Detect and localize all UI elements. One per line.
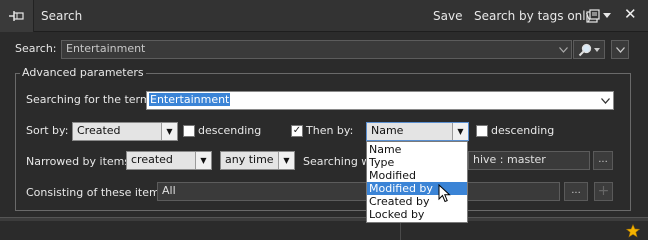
consisting-value: All (162, 184, 176, 197)
sort-descending-label: descending (198, 124, 262, 137)
consisting-label: Consisting of these items: (26, 186, 170, 199)
then-by-dropdown-button[interactable]: ▼ (452, 123, 468, 140)
title-bar: Search Save Search by tags only ✕ (0, 0, 648, 32)
chevron-down-icon (558, 46, 568, 53)
consisting-input[interactable]: All (157, 182, 560, 201)
then-by-label: Then by: (306, 124, 354, 137)
star-icon[interactable] (626, 224, 640, 238)
window-title: Search (41, 9, 83, 23)
searching-within-label: Searching wi (303, 155, 374, 168)
chevron-down-icon (603, 13, 611, 18)
terms-input-value: Entertainment (149, 93, 231, 106)
time-select[interactable]: any time ▼ (220, 151, 295, 170)
search-by-tags-button[interactable]: Search by tags only (474, 9, 593, 23)
terms-dropdown[interactable] (597, 92, 613, 109)
searching-within-value: hive : master (473, 153, 546, 166)
dropdown-item-modified[interactable]: Modified (367, 169, 467, 182)
dropdown-item-name[interactable]: Name (367, 143, 467, 156)
then-by-select[interactable]: Name ▼ (366, 122, 469, 141)
search-icon (578, 43, 592, 56)
searching-within-input[interactable]: hive : master (468, 151, 590, 170)
then-descending-label: descending (491, 124, 555, 137)
time-value: any time (225, 153, 274, 166)
dropdown-item-modified-by[interactable]: Modified by (367, 182, 467, 195)
narrowed-by-label: Narrowed by items: (26, 155, 134, 168)
chevron-down-icon (594, 47, 600, 52)
advanced-parameters-legend: Advanced parameters (20, 66, 146, 80)
dropdown-item-locked-by[interactable]: Locked by (367, 208, 467, 221)
browse-location-button[interactable]: ... (593, 151, 613, 170)
search-input-value: Entertainment (66, 42, 146, 55)
dropdown-item-type[interactable]: Type (367, 156, 467, 169)
search-label: Search: (15, 42, 57, 55)
sort-by-select[interactable]: Created ▼ (72, 122, 178, 141)
narrowed-by-value: created (131, 153, 173, 166)
narrowed-by-select[interactable]: created ▼ (126, 151, 212, 170)
sort-by-value: Created (77, 124, 121, 137)
options-menu-button[interactable] (586, 8, 616, 24)
then-by-dropdown-list: Name Type Modified Modified by Created b… (366, 141, 468, 223)
save-button[interactable]: Save (433, 9, 462, 23)
terms-label: Searching for the terms: (26, 93, 161, 106)
then-by-value: Name (371, 124, 404, 137)
terms-input[interactable]: Entertainment (146, 91, 614, 110)
search-history-dropdown[interactable] (555, 41, 571, 58)
time-dropdown-button[interactable]: ▼ (278, 152, 294, 169)
pin-button[interactable] (0, 0, 34, 32)
sort-by-label: Sort by: (26, 124, 69, 137)
chevron-down-icon (600, 97, 610, 104)
browse-items-button[interactable]: ... (564, 182, 588, 201)
pin-icon (8, 11, 24, 21)
dropdown-item-created-by[interactable]: Created by (367, 195, 467, 208)
sort-descending-checkbox[interactable] (183, 125, 195, 137)
close-button[interactable]: ✕ (624, 7, 637, 22)
results-separator (0, 217, 648, 221)
then-by-checkbox[interactable]: ✓ (291, 125, 303, 137)
mouse-cursor-icon (438, 184, 451, 203)
results-area-divider (400, 221, 401, 240)
then-descending-checkbox[interactable] (476, 125, 488, 137)
add-filter-button[interactable]: + (594, 182, 613, 201)
sort-by-dropdown-button[interactable]: ▼ (161, 123, 177, 140)
search-button[interactable] (573, 40, 605, 59)
narrowed-by-dropdown-button[interactable]: ▼ (195, 152, 211, 169)
chevron-down-icon (615, 46, 625, 53)
options-icon (586, 9, 600, 23)
expand-advanced-button[interactable] (611, 40, 629, 59)
search-input[interactable]: Entertainment (61, 40, 572, 59)
